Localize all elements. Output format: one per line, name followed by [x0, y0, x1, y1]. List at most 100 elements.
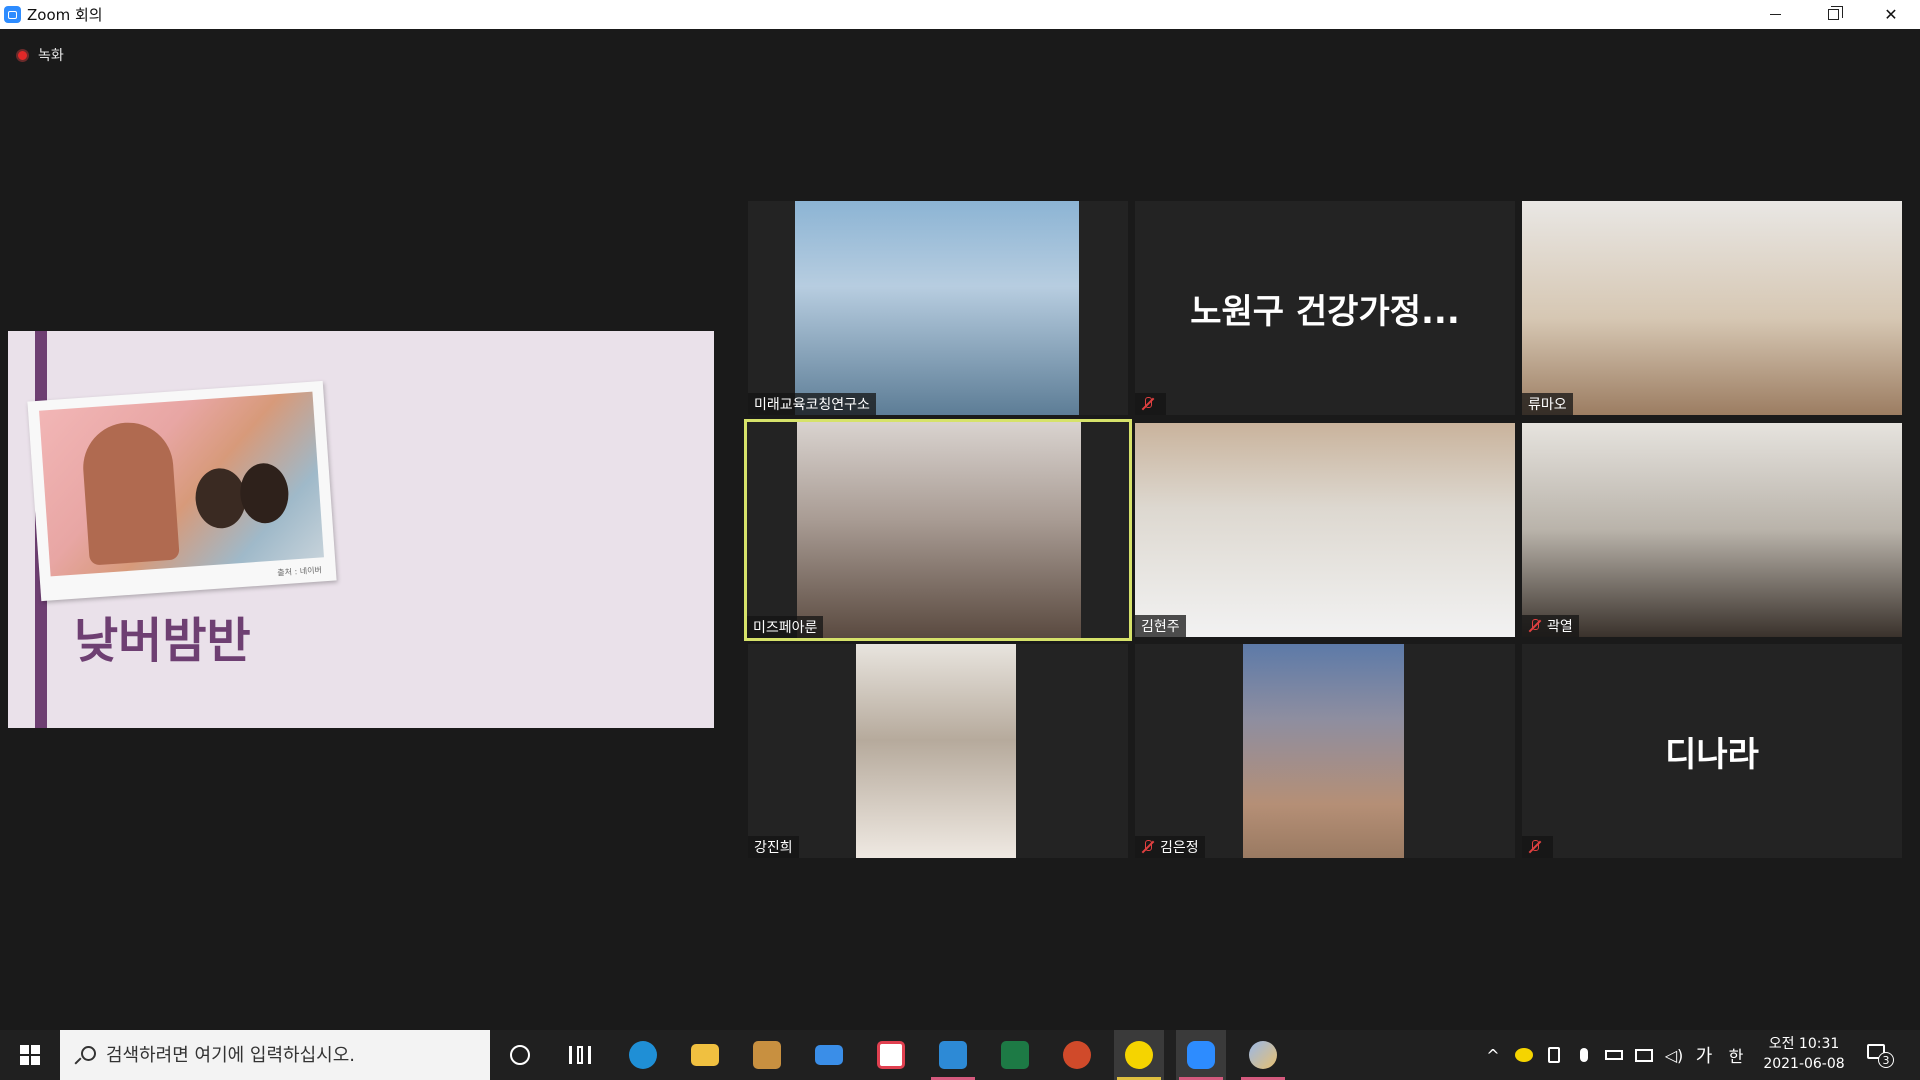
participant-name-label: 미즈페아룬: [747, 616, 824, 638]
participant-tile[interactable]: 김현주: [1135, 423, 1515, 637]
taskbar-app-paint[interactable]: [1238, 1030, 1288, 1080]
zoom-app-icon: [4, 6, 21, 23]
participant-name-label: 김은정: [1135, 836, 1205, 858]
participant-tile[interactable]: 디나라: [1522, 644, 1902, 858]
ime-language-indicator[interactable]: 한: [1722, 1030, 1750, 1080]
participant-tile[interactable]: 노원구 건강가정...: [1135, 201, 1515, 415]
window-title: Zoom 회의: [27, 6, 103, 24]
participant-video: [797, 422, 1081, 638]
title-bar: Zoom 회의 ✕: [0, 0, 1920, 29]
taskbar-search[interactable]: [60, 1030, 490, 1080]
participant-name-label: 강진희: [748, 836, 799, 858]
microphone-icon: [1580, 1048, 1588, 1062]
participant-tile-active-speaker[interactable]: 미즈페아룬: [744, 419, 1132, 641]
participant-name: 김현주: [1141, 619, 1180, 635]
participant-tile[interactable]: 김은정: [1135, 644, 1515, 858]
participant-video: [1243, 644, 1404, 858]
file-explorer-icon: [691, 1044, 719, 1066]
hangul-icon: [939, 1041, 967, 1069]
slide-photo: 출처 : 네이버: [27, 380, 337, 602]
speaker-icon: ◁): [1664, 1045, 1684, 1065]
notification-count: 3: [1878, 1052, 1894, 1068]
minimize-button[interactable]: [1746, 0, 1804, 29]
search-input[interactable]: [106, 1044, 466, 1066]
task-view-button[interactable]: [555, 1030, 605, 1080]
photo-figure-mother: [80, 419, 180, 566]
participant-name-label: [1135, 393, 1166, 415]
photo-caption: 출처 : 네이버: [277, 565, 323, 578]
tray-network[interactable]: [1630, 1030, 1658, 1080]
minimize-icon: [1769, 14, 1781, 15]
network-icon: [1635, 1048, 1653, 1062]
slide-photo-image: [39, 391, 324, 577]
taskbar-app-hangul[interactable]: [928, 1030, 978, 1080]
participant-video: [795, 201, 1079, 415]
chevron-up-icon: ^: [1486, 1045, 1500, 1065]
participant-name: 미즈페아룬: [753, 620, 818, 636]
recording-label: 녹화: [38, 48, 64, 64]
participant-name-label: 김현주: [1135, 615, 1186, 637]
clock-time: 오전 10:31: [1768, 1036, 1840, 1052]
start-button[interactable]: [0, 1030, 60, 1080]
tray-camera[interactable]: [1540, 1030, 1568, 1080]
participant-tile[interactable]: 미래교육코칭연구소: [748, 201, 1128, 415]
clock-date: 2021-06-08: [1763, 1056, 1845, 1072]
tray-kakaotalk[interactable]: [1510, 1030, 1538, 1080]
taskbar-app-kakaotalk[interactable]: [1114, 1030, 1164, 1080]
participant-name: 미래교육코칭연구소: [754, 397, 870, 413]
taskbar-app-store[interactable]: [742, 1030, 792, 1080]
participant-name-label: 곽열: [1522, 615, 1579, 637]
photo-figure-child-1: [193, 466, 248, 530]
tray-microphone[interactable]: [1570, 1030, 1598, 1080]
taskbar-app-zoom[interactable]: [1176, 1030, 1226, 1080]
participant-name: 김은정: [1160, 840, 1199, 856]
windows-taskbar: ^ ◁) 가 한 오전 10:31 2021-06-08 3: [0, 1030, 1920, 1080]
participant-video: [1135, 423, 1515, 637]
tray-volume[interactable]: ◁): [1660, 1030, 1688, 1080]
cortana-button[interactable]: [495, 1030, 545, 1080]
mic-muted-icon: [1141, 397, 1155, 411]
action-center-button[interactable]: 3: [1864, 1041, 1894, 1069]
close-icon: ✕: [1884, 5, 1898, 24]
participant-tile[interactable]: 곽열: [1522, 423, 1902, 637]
participant-name: 곽열: [1547, 619, 1573, 635]
store-icon: [753, 1041, 781, 1069]
participant-video: [1522, 201, 1902, 415]
participant-video: [856, 644, 1016, 858]
battery-icon: [1605, 1050, 1623, 1060]
participant-name-label: 미래교육코칭연구소: [748, 393, 876, 415]
task-view-icon: [569, 1046, 591, 1064]
shared-screen: 출처 : 네이버 낮버밤반: [8, 331, 714, 728]
participant-tile[interactable]: 류마오: [1522, 201, 1902, 415]
tray-battery[interactable]: [1600, 1030, 1628, 1080]
taskbar-app-edge[interactable]: [618, 1030, 668, 1080]
cortana-icon: [510, 1045, 530, 1065]
participant-tile[interactable]: 강진희: [748, 644, 1128, 858]
restore-icon: [1827, 6, 1843, 20]
taskbar-app-file-explorer[interactable]: [680, 1030, 730, 1080]
excel-icon: [1001, 1041, 1029, 1069]
mic-muted-icon: [1141, 840, 1155, 854]
restore-button[interactable]: [1804, 0, 1862, 29]
zoom-window: Zoom 회의 ✕ 녹화 출처 : 네이버 낮버밤반 미래교육코칭연구소 노원구…: [0, 0, 1920, 1080]
recording-indicator[interactable]: 녹화: [16, 45, 64, 65]
participant-video: [1522, 423, 1902, 637]
taskbar-app-mail[interactable]: [804, 1030, 854, 1080]
zoom-icon: [1187, 1041, 1215, 1069]
sync-app-icon: [877, 1041, 905, 1069]
mic-muted-icon: [1528, 619, 1542, 633]
windows-logo-icon: [20, 1045, 40, 1065]
taskbar-app-sync[interactable]: [866, 1030, 916, 1080]
record-dot-icon: [16, 48, 29, 62]
ime-mode-indicator[interactable]: 가: [1690, 1030, 1718, 1080]
edge-icon: [629, 1041, 657, 1069]
taskbar-app-excel[interactable]: [990, 1030, 1040, 1080]
taskbar-app-powerpoint[interactable]: [1052, 1030, 1102, 1080]
close-button[interactable]: ✕: [1862, 0, 1920, 29]
kakaotalk-icon: [1125, 1041, 1153, 1069]
show-hidden-icons-button[interactable]: ^: [1480, 1030, 1506, 1080]
participant-name: 류마오: [1528, 397, 1567, 413]
slide-title: 낮버밤반: [74, 613, 251, 669]
camera-icon: [1548, 1047, 1560, 1063]
taskbar-clock[interactable]: 오전 10:31 2021-06-08: [1762, 1034, 1846, 1074]
